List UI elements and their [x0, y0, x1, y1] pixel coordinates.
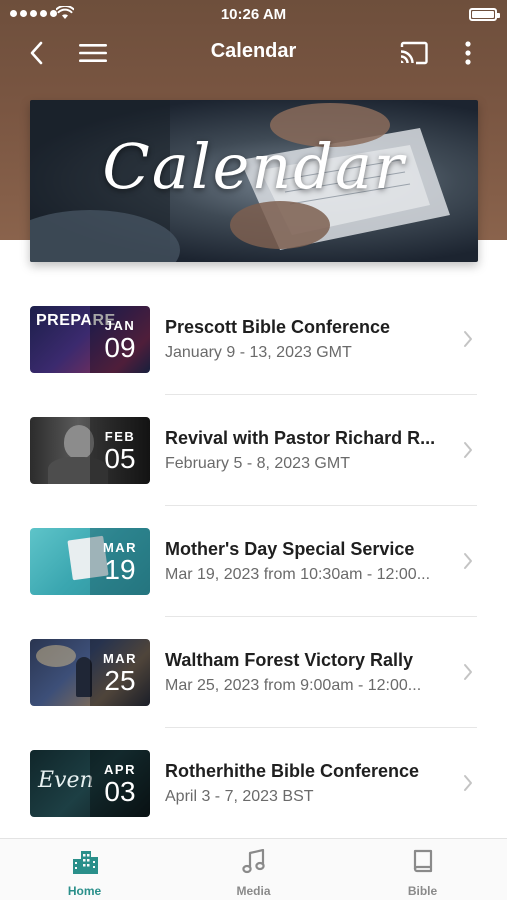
event-thumbnail: PREPARE JAN 09	[30, 306, 150, 373]
chevron-right-icon	[464, 442, 472, 458]
event-day: 09	[104, 332, 136, 363]
event-date-badge: MAR 19	[90, 528, 150, 595]
tab-label: Media	[236, 884, 271, 898]
event-item[interactable]: MAR 19 Mother's Day Special Service Mar …	[0, 506, 507, 617]
event-item[interactable]: Even APR 03 Rotherhithe Bible Conference…	[0, 728, 507, 839]
music-note-icon	[241, 848, 265, 874]
battery-icon	[469, 8, 500, 21]
event-title: Waltham Forest Victory Rally	[165, 650, 414, 670]
event-month: JAN	[104, 318, 136, 333]
home-icon	[72, 851, 98, 874]
event-date: Mar 19, 2023 from 10:30am - 12:00...	[165, 566, 431, 583]
chevron-right-icon	[464, 553, 472, 569]
event-title: Revival with Pastor Richard R...	[165, 428, 436, 448]
event-title: Prescott Bible Conference	[165, 317, 391, 337]
event-thumbnail: Even APR 03	[30, 750, 150, 817]
event-date: January 9 - 13, 2023 GMT	[165, 344, 352, 361]
event-item[interactable]: PREPARE JAN 09 Prescott Bible Conference…	[0, 284, 507, 395]
thumbnail-stage-light	[36, 645, 76, 667]
event-item[interactable]: MAR 25 Waltham Forest Victory Rally Mar …	[0, 617, 507, 728]
event-month: FEB	[104, 429, 136, 444]
event-date-badge: JAN 09	[90, 306, 150, 373]
cast-icon	[400, 41, 428, 65]
chevron-right-icon	[464, 331, 472, 347]
status-bar: 10:26 AM	[0, 0, 507, 30]
event-thumbnail: FEB 05	[30, 417, 150, 484]
tab-media[interactable]: Media	[169, 839, 338, 900]
book-icon	[413, 849, 432, 873]
chevron-right-icon	[464, 775, 472, 791]
status-time: 10:26 AM	[220, 6, 287, 23]
event-day: 25	[104, 665, 136, 696]
event-month: MAR	[102, 540, 138, 555]
calendar-banner: Calendar	[30, 100, 478, 262]
event-date-badge: MAR 25	[90, 639, 150, 706]
tab-bible[interactable]: Bible	[338, 839, 507, 900]
thumbnail-text: Even	[38, 768, 94, 793]
event-date-badge: FEB 05	[90, 417, 150, 484]
chevron-right-icon	[464, 664, 472, 680]
more-vertical-icon	[465, 41, 471, 65]
event-month: APR	[104, 762, 136, 777]
event-thumbnail: MAR 19	[30, 528, 150, 595]
banner-title: Calendar	[102, 130, 406, 203]
event-date: Mar 25, 2023 from 9:00am - 12:00...	[165, 677, 422, 694]
navigation-bar: Calendar	[0, 30, 507, 74]
event-date-badge: APR 03	[90, 750, 150, 817]
tab-label: Bible	[407, 884, 438, 898]
event-date: February 5 - 8, 2023 GMT	[165, 455, 350, 472]
event-date: April 3 - 7, 2023 BST	[165, 788, 314, 805]
tab-home[interactable]: Home	[0, 839, 169, 900]
tab-label: Home	[67, 884, 102, 898]
event-title: Mother's Day Special Service	[165, 539, 415, 559]
event-month: MAR	[102, 651, 138, 666]
event-day: 19	[104, 554, 136, 585]
event-day: 03	[104, 776, 136, 807]
tab-bar: Home Media Bible	[0, 838, 507, 900]
event-thumbnail: MAR 25	[30, 639, 150, 706]
event-title: Rotherhithe Bible Conference	[165, 761, 420, 781]
event-day: 05	[104, 443, 136, 474]
more-options-button[interactable]	[451, 36, 485, 70]
event-list: PREPARE JAN 09 Prescott Bible Conference…	[0, 284, 507, 839]
event-item[interactable]: FEB 05 Revival with Pastor Richard R... …	[0, 395, 507, 506]
cast-button[interactable]	[397, 36, 431, 70]
